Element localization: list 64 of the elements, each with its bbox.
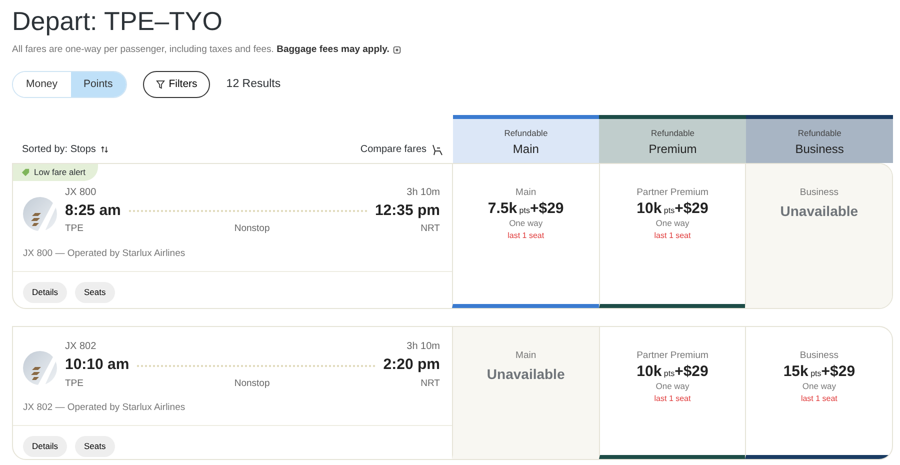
flight-number: JX 800 — [65, 186, 96, 200]
stops-label: Nonstop — [234, 376, 270, 391]
seats-left: last 1 seat — [506, 230, 546, 242]
action-button[interactable]: Seats — [74, 436, 115, 458]
sort-icon[interactable] — [100, 145, 109, 154]
destination-airport: NRT — [420, 376, 440, 391]
flight-duration: 3h 10m — [406, 186, 440, 200]
destination-airport: NRT — [420, 222, 440, 236]
trip-type: One way — [654, 217, 690, 230]
tag-icon — [21, 168, 30, 178]
departure-time: 8:25 am — [65, 200, 121, 221]
trip-type: One way — [508, 217, 544, 230]
arrival-time: 2:20 pm — [383, 355, 440, 376]
cabin-name: Business — [794, 141, 845, 158]
flight-number: JX 802 — [65, 340, 96, 354]
cabin-name: Main — [512, 141, 540, 158]
stops-label: Nonstop — [234, 222, 270, 236]
fare-name: Main — [514, 349, 538, 364]
departure-time: 10:10 am — [65, 355, 130, 376]
fare-price: 15k pts+$29 — [782, 364, 856, 380]
fare-notice: All fares are one-way per passenger, including taxes and fees. Baggage fees may apply. — [12, 43, 390, 58]
trip-type: One way — [801, 380, 837, 393]
fare-option[interactable]: Partner Premium 10k pts+$29 One way last 1 seat — [598, 327, 746, 460]
action-button[interactable]: Details — [23, 436, 67, 458]
fare-price: 7.5k pts+$29 — [486, 200, 565, 218]
airline-logo-icon — [23, 196, 57, 231]
origin-airport: TPE — [65, 376, 84, 391]
action-button[interactable]: Details — [23, 282, 67, 303]
fare-option[interactable]: Business 15k pts+$29 One way last 1 seat — [745, 327, 892, 460]
page-title: Depart: TPE–TYO — [12, 6, 224, 38]
refundable-label: Refundable — [796, 127, 842, 140]
refundable-label: Refundable — [650, 127, 696, 140]
seat-icon — [430, 144, 443, 156]
origin-airport: TPE — [65, 222, 84, 236]
trip-type: One way — [654, 380, 690, 393]
refundable-label: Refundable — [503, 127, 549, 140]
toggle-option[interactable]: Points — [70, 72, 126, 98]
sort-label[interactable]: Sorted by: Stops — [22, 142, 96, 158]
info-icon[interactable] — [393, 46, 402, 54]
seats-left: last 1 seat — [800, 392, 838, 405]
low-fare-alert-tag: Low fare alert — [13, 164, 98, 182]
compare-fares-link[interactable]: Compare fares — [360, 142, 427, 158]
filter-icon — [156, 80, 165, 90]
cabin-name: Premium — [648, 141, 698, 158]
fare-name: Main — [514, 186, 538, 200]
operator-text: JX 802 — Operated by Starlux Airlines — [22, 401, 186, 416]
operator-text: JX 800 — Operated by Starlux Airlines — [22, 246, 186, 261]
fare-name: Business — [798, 186, 840, 200]
fare-price: 10k pts+$29 — [636, 364, 710, 380]
results-count: 12 Results — [226, 77, 281, 92]
seats-left: last 1 seat — [653, 392, 692, 405]
fare-name: Partner Premium — [636, 186, 710, 200]
flight-duration: 3h 10m — [406, 340, 440, 354]
action-button[interactable]: Seats — [74, 282, 115, 303]
fare-name: Business — [798, 349, 840, 364]
unavailable-label: Unavailable — [779, 202, 860, 221]
fare-option[interactable]: Main 7.5k pts+$29 One way last 1 seat — [452, 164, 599, 308]
seats-left: last 1 seat — [653, 230, 692, 242]
arrival-time: 12:35 pm — [374, 200, 440, 221]
unavailable-label: Unavailable — [486, 364, 566, 384]
fare-price: 10k pts+$29 — [636, 200, 710, 218]
airline-logo-icon — [23, 351, 57, 386]
filters-button[interactable]: Filters — [142, 71, 210, 98]
fare-name: Partner Premium — [636, 349, 710, 364]
